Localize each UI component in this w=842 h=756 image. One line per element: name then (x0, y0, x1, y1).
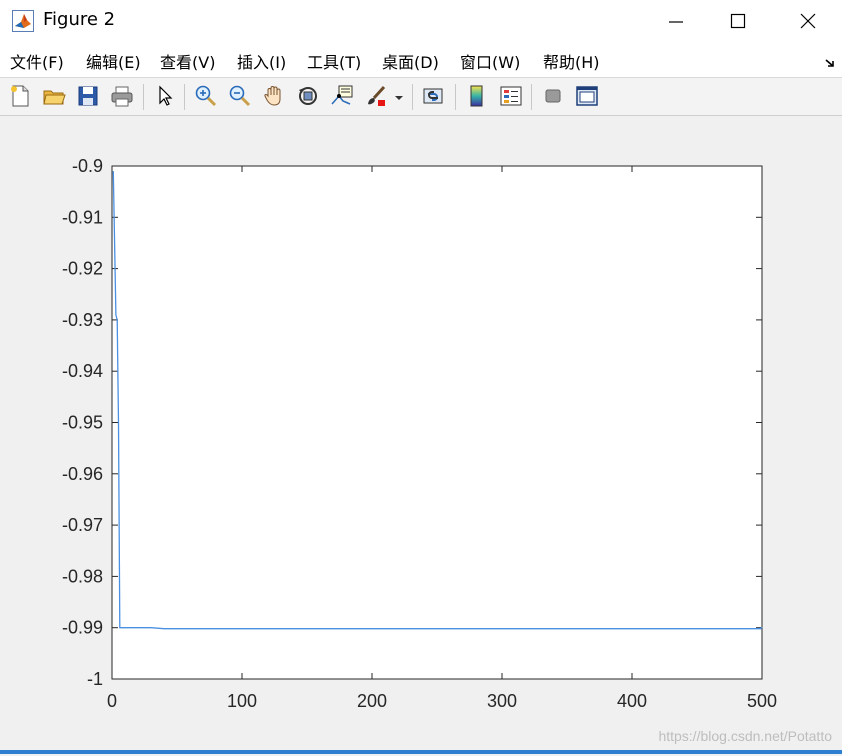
pan-button[interactable] (260, 82, 288, 110)
y-tick-label: -0.91 (62, 207, 103, 227)
rotate-3d-button[interactable] (294, 82, 322, 110)
show-plot-tools-button[interactable] (573, 82, 601, 110)
x-tick-label: 200 (357, 691, 387, 711)
toolbar-separator (531, 84, 532, 110)
x-tick-label: 400 (617, 691, 647, 711)
brush-dropdown-icon (395, 96, 403, 100)
minimize-icon (669, 21, 683, 23)
edit-plot-button[interactable] (151, 82, 179, 110)
data-cursor-icon (331, 85, 353, 105)
zoom-out-button[interactable] (226, 82, 254, 110)
rotate-3d-icon (299, 87, 317, 105)
print-icon (111, 86, 133, 107)
y-tick-label: -0.98 (62, 566, 103, 586)
open-file-icon (43, 90, 66, 105)
new-figure-button[interactable] (6, 82, 34, 110)
hide-plot-tools-button[interactable] (539, 82, 567, 110)
watermark-text: https://blog.csdn.net/Potatto (658, 728, 832, 744)
menu-window[interactable]: 窗口(W) (460, 49, 520, 73)
toolbar-separator (184, 84, 185, 110)
title-bar: Figure 2 (0, 0, 842, 42)
toolbar-separator (455, 84, 456, 110)
dock-arrow-icon[interactable] (824, 54, 836, 67)
y-tick-label: -0.97 (62, 515, 103, 535)
window-title: Figure 2 (43, 9, 116, 30)
menu-help[interactable]: 帮助(H) (543, 49, 600, 73)
menu-bar: 文件(F) 编辑(E) 查看(V) 插入(I) 工具(T) 桌面(D) 窗口(W… (0, 42, 842, 78)
print-button[interactable] (108, 82, 136, 110)
zoom-in-icon (195, 85, 217, 107)
brush-button[interactable] (362, 82, 390, 110)
x-tick-label: 300 (487, 691, 517, 711)
colorbar-icon (470, 85, 483, 107)
pan-hand-icon (264, 85, 281, 106)
y-tick-label: -0.94 (62, 361, 103, 381)
menu-edit[interactable]: 编辑(E) (86, 49, 141, 73)
minimize-button[interactable] (644, 0, 708, 42)
link-plot-icon (423, 88, 443, 104)
maximize-button[interactable] (706, 0, 770, 42)
toolbar-separator (143, 84, 144, 110)
hide-plot-tools-icon (545, 89, 561, 103)
matlab-logo-icon (12, 10, 34, 32)
y-tick-label: -0.92 (62, 259, 103, 279)
new-figure-icon (11, 85, 29, 107)
zoom-out-icon (229, 85, 251, 107)
pointer-icon (159, 85, 173, 106)
insert-legend-button[interactable] (497, 82, 525, 110)
legend-icon (500, 86, 522, 106)
brush-icon (368, 85, 386, 106)
save-icon (78, 86, 98, 106)
menu-tools[interactable]: 工具(T) (307, 49, 361, 73)
open-file-button[interactable] (40, 82, 68, 110)
y-tick-label: -0.96 (62, 464, 103, 484)
y-tick-label: -1 (87, 669, 103, 689)
close-icon (800, 13, 816, 29)
y-tick-label: -0.95 (62, 413, 103, 433)
maximize-icon (730, 13, 746, 29)
close-button[interactable] (776, 0, 840, 42)
menu-desktop[interactable]: 桌面(D) (382, 49, 439, 73)
figure-toolbar (0, 78, 842, 116)
x-tick-label: 500 (747, 691, 777, 711)
window-bottom-border (0, 750, 842, 754)
figure-canvas: -0.9 -0.91 -0.92 -0.93 -0.94 -0.95 -0.96 -0.97 -… (0, 116, 842, 752)
y-tick-label: -0.99 (62, 618, 103, 638)
data-cursor-button[interactable] (328, 82, 356, 110)
toolbar-separator (412, 84, 413, 110)
link-plot-button[interactable] (419, 82, 447, 110)
y-tick-label: -0.93 (62, 310, 103, 330)
save-button[interactable] (74, 82, 102, 110)
x-tick-label: 0 (107, 691, 117, 711)
x-tick-label: 100 (227, 691, 257, 711)
menu-insert[interactable]: 插入(I) (237, 49, 286, 73)
line-plot[interactable]: -0.9 -0.91 -0.92 -0.93 -0.94 -0.95 -0.96 -0.97 -… (0, 116, 842, 752)
brush-dropdown-button[interactable] (392, 82, 406, 110)
zoom-in-button[interactable] (192, 82, 220, 110)
menu-file[interactable]: 文件(F) (10, 49, 64, 73)
axes-background (111, 165, 763, 680)
menu-view[interactable]: 查看(V) (160, 49, 215, 73)
insert-colorbar-button[interactable] (463, 82, 491, 110)
y-tick-label: -0.9 (72, 156, 103, 176)
show-plot-tools-icon (576, 86, 598, 106)
figure-window: Figure 2 文件(F) 编辑(E) 查看(V) 插入(I) 工具(T) 桌… (0, 0, 842, 754)
